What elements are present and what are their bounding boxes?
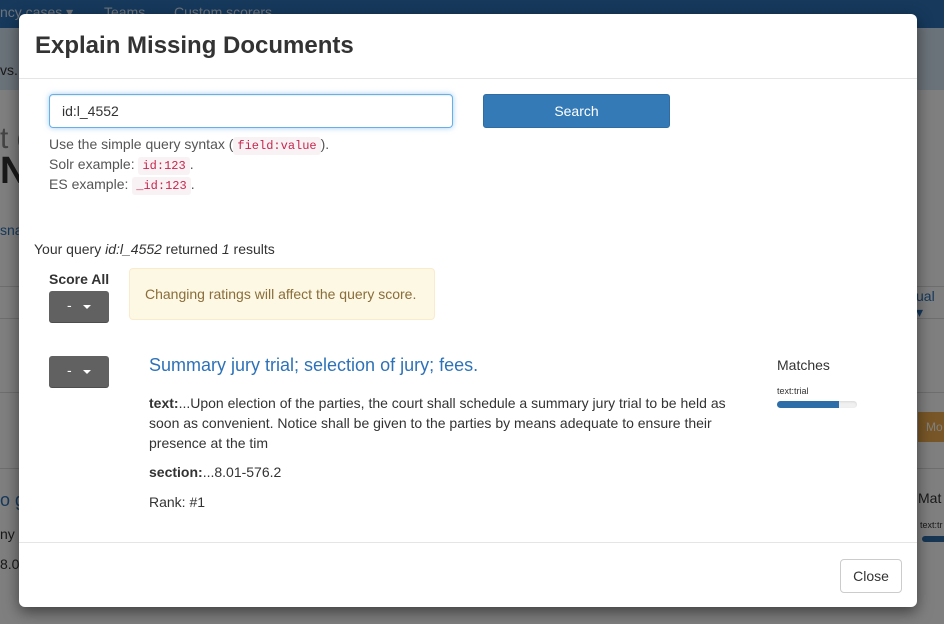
rating-dropdown[interactable]: - [49, 356, 109, 388]
summary-text: returned [161, 241, 222, 257]
help-text: . [189, 156, 194, 172]
help-text: Solr example: [49, 156, 135, 172]
score-all-dropdown[interactable]: - [49, 291, 109, 323]
caret-down-icon [83, 305, 91, 309]
rating-warning-alert: Changing ratings will affect the query s… [129, 268, 435, 320]
help-text: ES example: [49, 176, 129, 192]
result-field-text: text:...Upon election of the parties, th… [149, 393, 729, 453]
result-rank: Rank: #1 [149, 494, 206, 510]
search-button[interactable]: Search [483, 94, 670, 128]
field-label: section: [149, 464, 203, 480]
close-button[interactable]: Close [840, 559, 902, 593]
summary-count: 1 [221, 241, 230, 257]
field-label: text: [149, 395, 179, 411]
help-line-syntax: Use the simple query syntax (field:value… [49, 136, 330, 155]
help-text: ). [320, 136, 330, 152]
result-title-link[interactable]: Summary jury trial; selection of jury; f… [149, 355, 478, 376]
help-text: Use the simple query syntax ( [49, 136, 234, 152]
rating-value: - [67, 362, 72, 378]
explain-missing-documents-modal: Explain Missing Documents Search Use the… [19, 14, 917, 607]
query-summary: Your query id:l_4552 returned 1 results [34, 241, 275, 257]
summary-query: id:l_4552 [105, 241, 162, 257]
help-code: _id:123 [132, 177, 191, 195]
score-all-value: - [67, 297, 72, 313]
match-progress-fill [777, 401, 840, 408]
match-progress-bar [777, 401, 857, 408]
matches-heading: Matches [777, 357, 830, 373]
modal-footer [19, 542, 917, 608]
help-text: . [190, 176, 195, 192]
modal-title: Explain Missing Documents [35, 32, 354, 59]
modal-header: Explain Missing Documents [19, 14, 917, 79]
help-code: id:123 [138, 157, 190, 175]
help-code: field:value [233, 137, 321, 155]
score-all-label: Score All [49, 271, 110, 287]
field-value: ...8.01-576.2 [202, 464, 282, 480]
summary-text: results [229, 241, 275, 257]
match-term-label: text:trial [777, 386, 809, 396]
query-input[interactable] [49, 94, 453, 128]
field-value: ...Upon election of the parties, the cou… [149, 395, 726, 451]
help-line-solr: Solr example: id:123. [49, 156, 194, 175]
result-field-section: section:...8.01-576.2 [149, 462, 729, 482]
caret-down-icon [83, 370, 91, 374]
help-line-es: ES example: _id:123. [49, 176, 195, 195]
summary-text: Your query [34, 241, 106, 257]
